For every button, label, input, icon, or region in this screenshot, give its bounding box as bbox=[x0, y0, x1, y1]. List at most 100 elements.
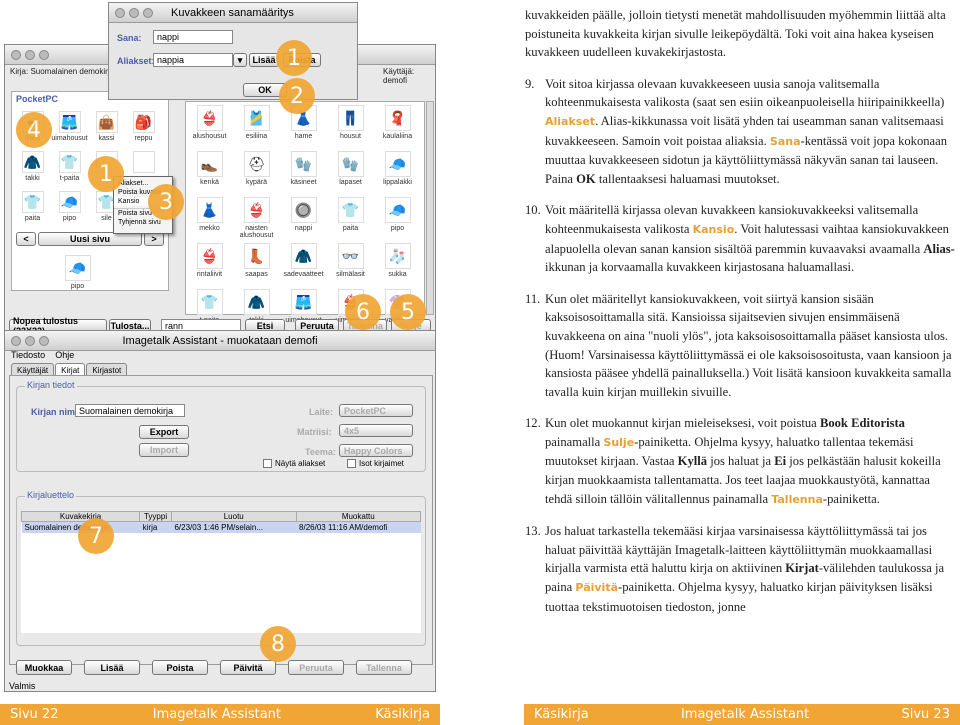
library-icon-label: paita bbox=[342, 225, 359, 232]
callout-badge-6: 6 bbox=[345, 294, 381, 330]
library-icon-cell[interactable]: 👖 housut bbox=[327, 102, 374, 148]
library-icon-label: sukka bbox=[388, 271, 407, 278]
library-icon-label: lippalakki bbox=[383, 179, 412, 186]
clothing-icon: 👞 bbox=[196, 151, 223, 177]
pocketpc-icon-label: reppu bbox=[134, 135, 153, 142]
paragraph-9: 9. Voit sitoa kirjassa olevaan kuvakkees… bbox=[525, 76, 948, 186]
pocketpc-icon-cell[interactable]: 🎒 reppu bbox=[125, 108, 162, 148]
library-icon-cell[interactable]: 👙 alushousut bbox=[186, 102, 233, 148]
paragraph-11: 11. Kun olet määritellyt kansiokuvakkeen… bbox=[525, 291, 952, 399]
remove-button[interactable]: Poista bbox=[152, 660, 208, 675]
footer-right-section: Käsikirja bbox=[534, 707, 589, 722]
library-icon-label: nappi bbox=[294, 225, 313, 232]
clothing-icon: 🧥 bbox=[21, 151, 44, 173]
pipo-icon: 🧢 bbox=[64, 255, 91, 281]
assistant-button-bar: Muokkaa Lisää Poista Päivitä Peruuta Tal… bbox=[16, 660, 412, 675]
library-icon-cell[interactable]: 👗 mekko bbox=[186, 194, 233, 240]
col-book[interactable]: Kuvakekirja bbox=[20, 511, 141, 522]
clothing-icon: 🔘 bbox=[290, 197, 317, 223]
alias-input[interactable]: nappia bbox=[153, 53, 233, 67]
matrix-select[interactable]: 4x5 bbox=[339, 424, 413, 437]
device-select[interactable]: PocketPC bbox=[339, 404, 413, 417]
left-bottom-icon[interactable]: 🧢 pipo bbox=[54, 252, 101, 298]
theme-select[interactable]: Happy Colors bbox=[339, 444, 413, 457]
page-name-button[interactable]: Uusi sivu bbox=[38, 232, 142, 246]
library-icon-cell[interactable]: 👓 silmälasit bbox=[327, 240, 374, 286]
library-icon-label: saapas bbox=[245, 271, 268, 278]
save-assistant-button[interactable]: Tallenna bbox=[356, 660, 412, 675]
clothing-icon: 🧥 bbox=[243, 289, 270, 315]
library-scrollbar[interactable] bbox=[426, 101, 434, 315]
update-button[interactable]: Päivitä bbox=[220, 660, 276, 675]
pocketpc-icon-cell[interactable]: 🩳 uimahousut bbox=[51, 108, 88, 148]
menu-help[interactable]: Ohje bbox=[55, 350, 74, 360]
pocketpc-icon-label: sile bbox=[101, 215, 112, 222]
clothing-icon: 👕 bbox=[21, 191, 44, 213]
alias-add-button[interactable]: Lisää bbox=[249, 53, 279, 67]
clothing-icon: 🎽 bbox=[243, 105, 270, 131]
page-next-button[interactable]: > bbox=[144, 232, 164, 246]
pocketpc-icon-cell[interactable]: 👕 paita bbox=[14, 188, 51, 228]
show-aliases-checkbox[interactable]: Näytä aliakset bbox=[263, 459, 325, 468]
col-modified[interactable]: Muokattu bbox=[295, 511, 422, 522]
library-icon-cell[interactable]: 👙 naisten alushousut bbox=[233, 194, 280, 240]
library-icon-cell[interactable]: 🎽 esiliina bbox=[233, 102, 280, 148]
footer-left-section: Käsikirja bbox=[375, 707, 430, 722]
footer-left-app: Imagetalk Assistant bbox=[152, 707, 282, 722]
library-icon-cell[interactable]: 👞 kenkä bbox=[186, 148, 233, 194]
callout-badge-7: 7 bbox=[78, 518, 114, 554]
footer-left: Sivu 22 Imagetalk Assistant Käsikirja bbox=[0, 704, 440, 725]
library-icon-cell[interactable]: 🧤 lapaset bbox=[327, 148, 374, 194]
pocketpc-icon-cell[interactable]: 👜 kassi bbox=[88, 108, 125, 148]
clothing-icon: 🎒 bbox=[132, 111, 155, 133]
clothing-icon: 🧤 bbox=[337, 151, 364, 177]
library-icon-cell[interactable]: ⛑ kypärä bbox=[233, 148, 280, 194]
pocketpc-icon-cell[interactable]: 🧢 pipo bbox=[51, 188, 88, 228]
export-button[interactable]: Export bbox=[139, 425, 189, 439]
library-icon-label: housut bbox=[339, 133, 362, 140]
menu-file[interactable]: Tiedosto bbox=[11, 350, 45, 360]
library-icon-cell[interactable]: 🧣 kaulaliina bbox=[374, 102, 421, 148]
library-icon-cell[interactable]: 👕 paita bbox=[327, 194, 374, 240]
clothing-icon: 🧦 bbox=[384, 243, 411, 269]
pocketpc-icon-label: pipo bbox=[62, 215, 77, 222]
alias-dropdown-button[interactable]: ▾ bbox=[233, 53, 247, 67]
library-icon-cell[interactable]: 🔘 nappi bbox=[280, 194, 327, 240]
library-icon-cell[interactable]: 🧦 sukka bbox=[374, 240, 421, 286]
clothing-icon: 👕 bbox=[58, 151, 81, 173]
chevron-down-icon: ▾ bbox=[237, 54, 243, 65]
clothing-icon: 🩳 bbox=[290, 289, 317, 315]
uppercase-checkbox[interactable]: Isot kirjaimet bbox=[347, 459, 404, 468]
col-created[interactable]: Luotu bbox=[170, 511, 297, 522]
edit-button[interactable]: Muokkaa bbox=[16, 660, 72, 675]
pocketpc-icon-label: kassi bbox=[98, 135, 115, 142]
add-button[interactable]: Lisää bbox=[84, 660, 140, 675]
pocketpc-icon-cell[interactable]: 🧥 takki bbox=[14, 148, 51, 188]
library-icon-cell[interactable]: 👢 saapas bbox=[233, 240, 280, 286]
word-input[interactable]: nappi bbox=[153, 30, 233, 44]
cancel-assistant-button[interactable]: Peruuta bbox=[288, 660, 344, 675]
status-bar: Valmis bbox=[9, 681, 36, 691]
library-icon-cell[interactable]: 🧤 käsineet bbox=[280, 148, 327, 194]
clothing-icon: 👖 bbox=[337, 105, 364, 131]
pocketpc-icon-label: paita bbox=[24, 215, 41, 222]
library-icon-cell[interactable]: 🧥 sadevaatteet bbox=[280, 240, 327, 286]
clothing-icon: 🧤 bbox=[290, 151, 317, 177]
pocketpc-icon-cell[interactable]: 👕 t-paita bbox=[51, 148, 88, 188]
library-icon-cell[interactable]: 👙 rintaliivit bbox=[186, 240, 233, 286]
library-icon-cell[interactable]: 🧢 lippalakki bbox=[374, 148, 421, 194]
alias-dialog-titlebar: Kuvakkeen sanamääritys bbox=[109, 3, 357, 23]
footer-right: Käsikirja Imagetalk Assistant Sivu 23 bbox=[524, 704, 960, 725]
library-icon-cell[interactable]: 🧢 pipo bbox=[374, 194, 421, 240]
clothing-icon: 🧣 bbox=[384, 105, 411, 131]
col-type[interactable]: Tyyppi bbox=[139, 511, 172, 522]
book-list-group: Kirjaluettelo Kuvakekirja Tyyppi Luotu M… bbox=[16, 490, 426, 646]
page-prev-button[interactable]: < bbox=[16, 232, 36, 246]
library-icon-label: pipo bbox=[390, 225, 405, 232]
import-button[interactable]: Import bbox=[139, 443, 189, 457]
clothing-icon bbox=[132, 151, 155, 173]
clothing-icon: 👗 bbox=[196, 197, 223, 223]
clothing-icon: 🧢 bbox=[58, 191, 81, 213]
table-header: Kuvakekirja Tyyppi Luotu Muokattu bbox=[20, 511, 422, 522]
bookname-input[interactable]: Suomalainen demokirja bbox=[75, 404, 185, 417]
